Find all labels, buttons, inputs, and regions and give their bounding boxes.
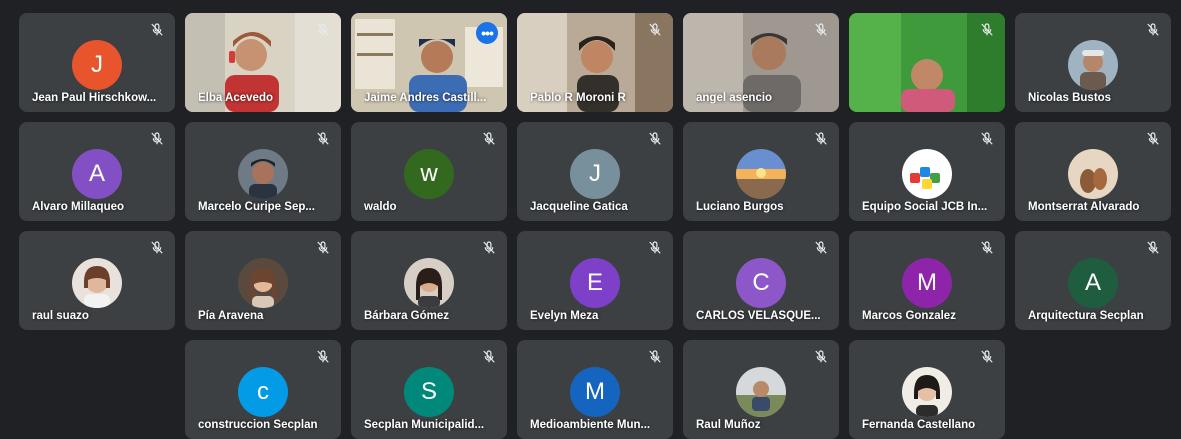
participant-name: Elba Acevedo <box>198 92 273 104</box>
participant-avatar: w <box>404 149 454 199</box>
participant-name: Marcelo Curipe Sep... <box>198 201 315 213</box>
participant-tile[interactable]: J Jacqueline Gatica <box>517 122 673 221</box>
participant-name: Pablo R Moroni R <box>530 92 626 104</box>
mic-off-icon <box>812 130 830 148</box>
mic-off-icon <box>314 21 332 39</box>
participant-avatar: A <box>1068 258 1118 308</box>
participant-tile[interactable]: Luciano Burgos <box>683 122 839 221</box>
participant-tile[interactable]: c construccion Secplan <box>185 340 341 439</box>
participant-tile[interactable]: Marcelo Curipe Sep... <box>185 122 341 221</box>
participant-tile[interactable]: C CARLOS VELASQUE... <box>683 231 839 330</box>
participant-avatar: c <box>238 367 288 417</box>
participant-name: Jaime Andres Castill... <box>364 92 487 104</box>
mic-off-icon <box>646 130 664 148</box>
participant-tile[interactable]: M Medioambiente Mun... <box>517 340 673 439</box>
participant-tile[interactable] <box>849 13 1005 112</box>
participant-name: CARLOS VELASQUE... <box>696 310 821 322</box>
participant-name: Alvaro Millaqueo <box>32 201 125 213</box>
participant-tile[interactable]: J Jean Paul Hirschkow... <box>19 13 175 112</box>
mic-off-icon <box>646 21 664 39</box>
participant-avatar: M <box>902 258 952 308</box>
participant-name: Nicolas Bustos <box>1028 92 1112 104</box>
participant-photo <box>902 149 952 199</box>
mic-off-icon <box>1144 130 1162 148</box>
mic-off-icon <box>148 21 166 39</box>
mic-off-icon <box>314 348 332 366</box>
participant-tile[interactable]: A Alvaro Millaqueo <box>19 122 175 221</box>
mic-off-icon <box>978 21 996 39</box>
participant-tile[interactable]: A Arquitectura Secplan <box>1015 231 1171 330</box>
participant-tile[interactable]: Raul Muñoz <box>683 340 839 439</box>
participant-tile[interactable]: E Evelyn Meza <box>517 231 673 330</box>
participant-name: Pía Aravena <box>198 310 264 322</box>
participant-avatar: C <box>736 258 786 308</box>
participant-avatar: J <box>570 149 620 199</box>
participant-photo <box>238 149 288 199</box>
participant-avatar: E <box>570 258 620 308</box>
participant-name: waldo <box>364 201 397 213</box>
participant-photo <box>72 258 122 308</box>
participant-name: Equipo Social JCB In... <box>862 201 988 213</box>
mic-off-icon <box>646 348 664 366</box>
mic-off-icon <box>314 130 332 148</box>
participant-tile[interactable]: Pablo R Moroni R <box>517 13 673 112</box>
participant-tile[interactable]: Montserrat Alvarado <box>1015 122 1171 221</box>
participant-name: Medioambiente Mun... <box>530 419 651 431</box>
participant-photo <box>238 258 288 308</box>
participant-name: angel asencio <box>696 92 773 104</box>
participant-photo <box>1068 149 1118 199</box>
participant-name: raul suazo <box>32 310 89 322</box>
mic-off-icon <box>812 239 830 257</box>
participant-photo <box>1068 40 1118 90</box>
participant-photo <box>902 367 952 417</box>
participant-name: Evelyn Meza <box>530 310 599 322</box>
participant-name: Marcos Gonzalez <box>862 310 956 322</box>
mic-off-icon <box>1144 239 1162 257</box>
participant-photo <box>736 149 786 199</box>
participant-photo <box>404 258 454 308</box>
mic-off-icon <box>978 239 996 257</box>
mic-off-icon <box>1144 21 1162 39</box>
participant-name: Montserrat Alvarado <box>1028 201 1140 213</box>
participant-tile[interactable]: Fernanda Castellano <box>849 340 1005 439</box>
participant-tile[interactable]: Elba Acevedo <box>185 13 341 112</box>
mic-off-icon <box>978 348 996 366</box>
mic-off-icon <box>812 348 830 366</box>
participant-tile[interactable]: raul suazo <box>19 231 175 330</box>
participant-tile[interactable]: M Marcos Gonzalez <box>849 231 1005 330</box>
mic-off-icon <box>978 130 996 148</box>
participant-tile[interactable]: S Secplan Municipalid... <box>351 340 507 439</box>
participant-avatar: A <box>72 149 122 199</box>
participant-name: Fernanda Castellano <box>862 419 976 431</box>
mic-off-icon <box>480 130 498 148</box>
mic-off-icon <box>148 239 166 257</box>
participant-name: Luciano Burgos <box>696 201 784 213</box>
more-options-icon[interactable]: ••• <box>476 22 498 44</box>
mic-off-icon <box>480 239 498 257</box>
mic-off-icon <box>148 130 166 148</box>
participant-name: Jacqueline Gatica <box>530 201 628 213</box>
mic-off-icon <box>314 239 332 257</box>
participant-avatar: M <box>570 367 620 417</box>
mic-off-icon <box>480 348 498 366</box>
participant-name: Secplan Municipalid... <box>364 419 485 431</box>
participant-name: construccion Secplan <box>198 419 318 431</box>
participant-name: Raul Muñoz <box>696 419 761 431</box>
participant-tile[interactable]: ••• Jaime Andres Castill... <box>351 13 507 112</box>
participant-photo <box>736 367 786 417</box>
participant-tile[interactable]: Equipo Social JCB In... <box>849 122 1005 221</box>
participant-tile[interactable]: Bárbara Gómez <box>351 231 507 330</box>
participant-name: Jean Paul Hirschkow... <box>32 92 157 104</box>
mic-off-icon <box>812 21 830 39</box>
mic-off-icon <box>646 239 664 257</box>
participant-name: Bárbara Gómez <box>364 310 450 322</box>
participant-tile[interactable]: Nicolas Bustos <box>1015 13 1171 112</box>
participant-name: Arquitectura Secplan <box>1028 310 1144 322</box>
participant-tile[interactable]: angel asencio <box>683 13 839 112</box>
participant-avatar: S <box>404 367 454 417</box>
participant-tile[interactable]: Pía Aravena <box>185 231 341 330</box>
participant-tile[interactable]: w waldo <box>351 122 507 221</box>
participant-avatar: J <box>72 40 122 90</box>
